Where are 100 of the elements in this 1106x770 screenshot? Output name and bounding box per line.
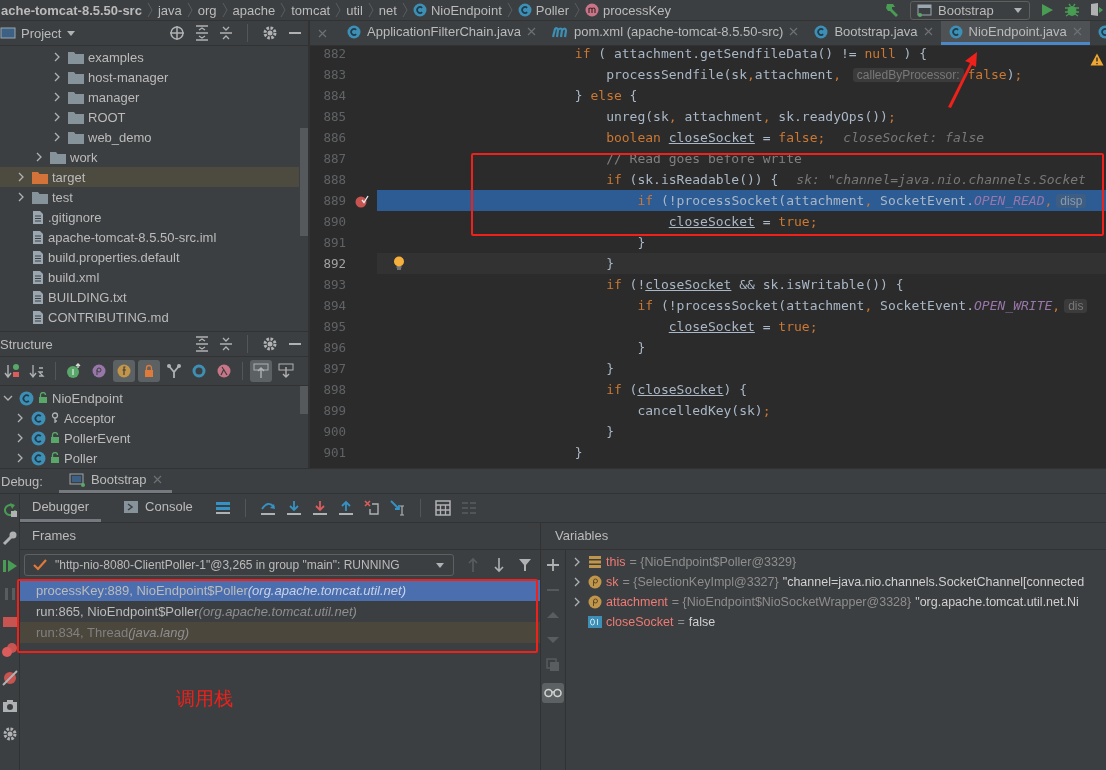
breadcrumb-item[interactable]: processKey — [585, 2, 671, 18]
stack-frame[interactable]: run:865, NioEndpoint$Poller(org.apache.tomcat.util.net) — [20, 601, 540, 622]
drop-frame-icon[interactable] — [363, 500, 380, 516]
chevron-icon — [574, 2, 580, 18]
editor-tab[interactable]: NioEndpoint.java — [940, 21, 1090, 45]
folder-icon — [32, 170, 48, 184]
variable-row[interactable]: attachment = {NioEndpoint$NioSocketWrapper@3328} "org.apache.tomcat.util.net.Ni — [566, 592, 1106, 612]
editor-tab[interactable]: pom.xml (apache-tomcat-8.5.50-src) — [543, 21, 807, 45]
collapse-all-icon[interactable] — [219, 336, 233, 352]
glasses-toggle[interactable] — [542, 683, 564, 703]
tree-item[interactable]: web_demo — [0, 127, 299, 147]
tree-item[interactable]: ROOT — [0, 107, 299, 127]
locate-icon[interactable] — [169, 25, 185, 41]
maven-icon — [551, 25, 568, 38]
breadcrumb-item[interactable]: tomcat — [291, 2, 331, 18]
variable-row[interactable]: this = {NioEndpoint$Poller@3329} — [566, 552, 1106, 572]
breadcrumb-item[interactable]: net — [378, 2, 397, 18]
camera-icon[interactable] — [1, 698, 18, 714]
tree-item[interactable]: Acceptor — [0, 408, 299, 428]
hammer-icon[interactable] — [884, 2, 900, 18]
tree-item[interactable]: build.xml — [0, 267, 299, 287]
run-configuration-dropdown[interactable]: Bootstrap — [910, 0, 1030, 20]
plus-icon[interactable] — [546, 558, 560, 572]
breadcrumb-item[interactable]: org — [197, 2, 217, 18]
window-icon — [0, 26, 16, 40]
stack-frame[interactable]: processKey:889, NioEndpoint$Poller(org.apache.tomcat.util.net) — [20, 580, 540, 601]
tree-item[interactable]: test — [0, 187, 299, 207]
mute-breakpoints-icon[interactable] — [1, 670, 18, 686]
tree-item[interactable]: Poller — [0, 448, 299, 468]
parameter-hint: disp — [1056, 193, 1087, 208]
ring-icon — [191, 363, 207, 379]
lightbulb-icon[interactable] — [393, 256, 405, 271]
step-over-icon[interactable] — [259, 500, 276, 516]
close-icon[interactable] — [152, 475, 162, 484]
breakpoints-icon[interactable] — [1, 642, 18, 658]
chevron-icon — [186, 2, 193, 18]
step-into-icon[interactable] — [285, 500, 302, 516]
calculator-icon[interactable] — [434, 500, 451, 516]
breakpoint-icon[interactable] — [354, 193, 369, 208]
tree-item[interactable]: BUILDING.txt — [0, 287, 299, 307]
coverage-icon[interactable] — [1090, 2, 1104, 18]
tree-item[interactable]: manager — [0, 87, 299, 107]
menu-icon[interactable] — [214, 500, 231, 516]
editor-tab[interactable]: ApplicationFilterChain.java — [339, 21, 544, 45]
thread-dropdown[interactable]: "http-nio-8080-ClientPoller-1"@3,265 in group "main": RUNNING — [24, 554, 454, 576]
tree-item[interactable]: examples — [0, 47, 299, 67]
arrow-down-icon[interactable] — [492, 557, 506, 573]
stack-frame[interactable]: run:834, Thread(java.lang) — [20, 622, 540, 643]
tree-item[interactable]: work — [0, 147, 299, 167]
line-number: 890 — [322, 214, 346, 229]
warning-icon[interactable] — [1090, 53, 1104, 66]
session-tab[interactable]: Bootstrap — [58, 469, 172, 493]
debug-icon[interactable] — [1064, 2, 1080, 18]
step-out-icon[interactable] — [337, 500, 354, 516]
tree-item[interactable]: NioEndpoint — [0, 388, 299, 408]
expand-all-icon[interactable] — [195, 336, 209, 352]
close-icon[interactable] — [526, 27, 536, 36]
project-view-dropdown[interactable]: Project — [0, 25, 77, 41]
toolbar-toggle[interactable] — [250, 360, 272, 382]
debugger-tab[interactable]: Console — [111, 494, 205, 522]
breadcrumb-item[interactable]: NioEndpoint — [412, 2, 502, 18]
scrollbar-thumb[interactable] — [300, 128, 308, 236]
tree-item[interactable]: PollerEvent — [0, 428, 299, 448]
expand-all-icon[interactable] — [195, 25, 209, 41]
filter-icon[interactable] — [518, 557, 532, 573]
line-number: 887 — [322, 151, 346, 166]
stop-icon[interactable] — [1, 614, 18, 630]
close-icon[interactable] — [789, 27, 799, 36]
chevron-icon — [367, 2, 374, 18]
debugger-tab[interactable]: Debugger — [20, 494, 102, 522]
line-number: 885 — [322, 109, 346, 124]
settings-icon[interactable] — [262, 336, 278, 352]
close-icon[interactable] — [318, 28, 327, 38]
breadcrumb-item[interactable]: java — [157, 2, 182, 18]
tree-item[interactable]: apache-tomcat-8.5.50-src.iml — [0, 227, 299, 247]
breadcrumb-item[interactable]: ache-tomcat-8.5.50-src — [1, 2, 142, 18]
scrollbar-thumb[interactable] — [300, 386, 308, 414]
close-icon[interactable] — [923, 27, 933, 36]
variable-row[interactable]: sk = {SelectionKeyImpl@3327} "channel=java.nio.channels.SocketChannel[connected — [566, 572, 1106, 592]
collapse-all-icon[interactable] — [219, 25, 233, 41]
tree-item[interactable]: .gitignore — [0, 207, 299, 227]
panel-title: Frames — [20, 523, 540, 550]
toolbar-toggle[interactable] — [138, 360, 160, 382]
resume-icon[interactable] — [1, 558, 18, 574]
tree-item[interactable]: build.properties.default — [0, 247, 299, 267]
run-icon[interactable] — [1040, 3, 1054, 17]
run-to-cursor-icon[interactable] — [389, 500, 406, 516]
breadcrumb-item[interactable]: Poller — [517, 2, 569, 18]
rerun-icon[interactable] — [1, 502, 18, 518]
variable-row[interactable]: closeSocket = false — [566, 612, 1106, 632]
toolbar-toggle[interactable] — [113, 360, 135, 382]
wrench-icon[interactable] — [1, 530, 18, 546]
settings-icon[interactable] — [262, 25, 278, 41]
editor-tab[interactable]: Bootstrap.java — [806, 21, 941, 45]
tree-item[interactable]: CONTRIBUTING.md — [0, 307, 299, 327]
breadcrumb-item[interactable]: util — [346, 2, 363, 18]
breadcrumb-item[interactable]: apache — [232, 2, 276, 18]
force-step-into-icon[interactable] — [311, 500, 328, 516]
settings-icon[interactable] — [1, 726, 18, 742]
tree-item[interactable]: host-manager — [0, 67, 299, 87]
